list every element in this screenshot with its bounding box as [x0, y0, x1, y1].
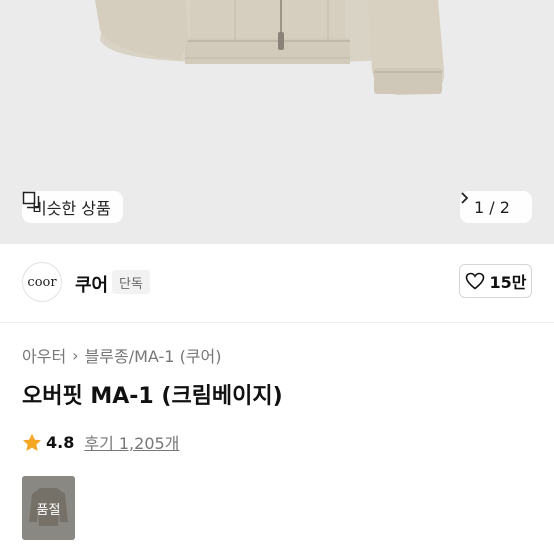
- product-image-area[interactable]: 비슷한 상품 1 / 2: [0, 0, 554, 244]
- brand-logo[interactable]: coor: [22, 262, 62, 302]
- like-count: 15만: [489, 273, 527, 292]
- image-pager-count: 1 / 2: [474, 197, 510, 217]
- chevron-right-icon: [461, 192, 469, 204]
- product-title: 오버핏 MA-1 (크림베이지): [22, 384, 283, 409]
- rating-row: 4.8 후기 1,205개: [22, 430, 179, 454]
- breadcrumb-item-subcategory[interactable]: 블루종/MA-1 (쿠어): [85, 343, 222, 367]
- rating-score: 4.8: [46, 432, 75, 452]
- brand-logo-text: coor: [27, 274, 57, 290]
- heart-icon: [465, 272, 484, 290]
- like-button[interactable]: 15만: [459, 264, 532, 298]
- brand-row: coor 쿠어 단독 15만: [0, 244, 554, 323]
- brand-name[interactable]: 쿠어: [75, 271, 108, 297]
- color-option-thumbnail[interactable]: 품절: [22, 476, 75, 540]
- image-pager[interactable]: 1 / 2: [460, 191, 532, 223]
- similar-items-icon: [22, 191, 40, 209]
- similar-products-label: 비슷한 상품: [32, 199, 111, 218]
- sold-out-label: 품절: [22, 476, 75, 540]
- similar-products-button[interactable]: 비슷한 상품: [22, 191, 123, 223]
- chevron-right-icon: ›: [72, 345, 79, 365]
- exclusive-badge: 단독: [112, 270, 150, 294]
- breadcrumb: 아우터 › 블루종/MA-1 (쿠어): [22, 343, 222, 367]
- breadcrumb-item-category[interactable]: 아우터: [22, 343, 66, 367]
- reviews-link[interactable]: 후기 1,205개: [84, 430, 179, 454]
- star-icon: [23, 433, 41, 451]
